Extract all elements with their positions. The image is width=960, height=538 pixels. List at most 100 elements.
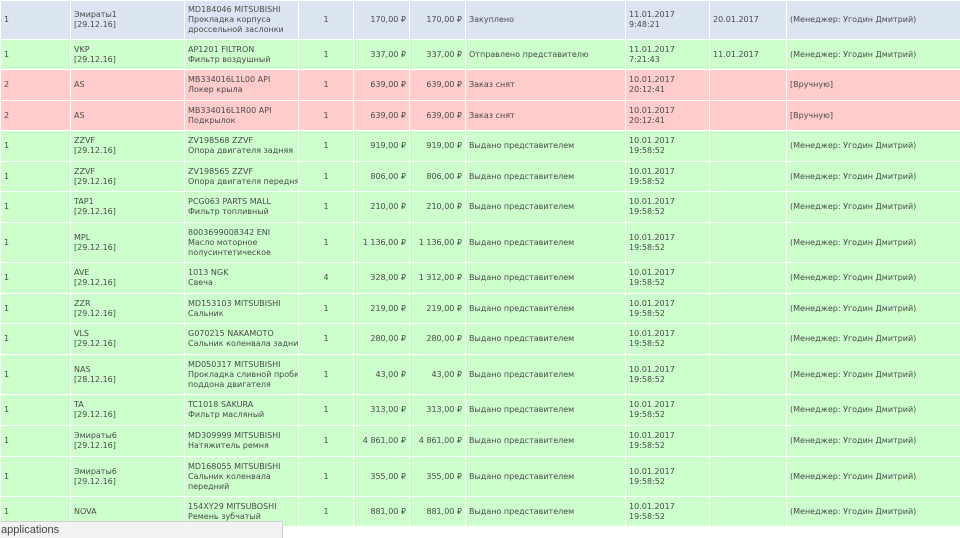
manager-cell: (Менеджер: Угодин Дмитрий) xyxy=(786,161,960,192)
part-code-link[interactable]: MB334016L1R00 xyxy=(188,106,256,115)
sum: 280,00 ₽ xyxy=(426,334,462,343)
supplier-name: TA xyxy=(74,400,84,409)
sum-cell: 639,00 ₽ xyxy=(409,69,466,101)
price-cell: 355,00 ₽ xyxy=(353,456,410,497)
order-status: Выдано представителем xyxy=(469,141,575,150)
order-time: 19:58:52 xyxy=(629,308,665,318)
order-date: 11.01.2017 xyxy=(629,44,675,54)
status-cell: Выдано представителем xyxy=(465,354,626,395)
manager-cell: [Вручную] xyxy=(786,100,960,131)
supplier-cell: AS xyxy=(70,69,185,101)
order-status: Выдано представителем xyxy=(469,369,575,379)
part-code-link[interactable]: MB334016L1L00 xyxy=(188,75,255,84)
order-status: Выдано представителем xyxy=(469,273,575,282)
row-number: 1 xyxy=(4,141,10,150)
order-status: Выдано представителем xyxy=(469,237,575,247)
part-code: MD168055 xyxy=(188,461,232,471)
status-cell: Выдано представителем xyxy=(465,191,626,223)
part-cell: MB334016L1L00 API Локер крыла xyxy=(184,69,299,101)
supplier-cell: AVE [29.12.16] xyxy=(70,262,185,294)
sum: 881,00 ₽ xyxy=(426,506,462,516)
order-date: 10.01.2017 xyxy=(629,75,675,84)
date-cell: 10.01.2017 20:12:41 xyxy=(625,100,710,131)
part-code: ZV198565 xyxy=(188,166,230,176)
manager-cell: (Менеджер: Угодин Дмитрий) xyxy=(786,425,960,457)
order-status: Выдано представителем xyxy=(469,171,575,181)
order-status: Выдано представителем xyxy=(469,405,575,414)
manager-cell: (Менеджер: Угодин Дмитрий) xyxy=(786,354,960,395)
manager-cell: (Менеджер: Угодин Дмитрий) xyxy=(786,262,960,294)
quantity-cell: 1 xyxy=(298,354,354,395)
part-description: Фильтр масляный xyxy=(188,410,265,419)
price-cell: 313,00 ₽ xyxy=(353,394,410,426)
part-description: передний xyxy=(188,481,230,491)
manager-name: (Менеджер: Угодин Дмитрий) xyxy=(790,273,917,282)
date-cell: 10.01.2017 19:58:52 xyxy=(625,161,710,192)
sum-cell: 43,00 ₽ xyxy=(409,354,466,395)
sum: 1 312,00 ₽ xyxy=(418,273,462,282)
manager-name: (Менеджер: Угодин Дмитрий) xyxy=(790,334,917,343)
quantity: 1 xyxy=(323,202,329,211)
part-description: Прокладка корпуса xyxy=(188,15,271,24)
price: 328,00 ₽ xyxy=(370,273,406,282)
row-number: 1 xyxy=(4,303,10,313)
order-date: 11.01.2017 xyxy=(629,10,675,19)
date2-cell: 20.01.2017 xyxy=(709,0,787,40)
order-time: 19:58:52 xyxy=(629,476,665,486)
part-description: Локер крыла xyxy=(188,85,243,94)
sum: 43,00 ₽ xyxy=(431,369,462,379)
quantity-cell: 4 xyxy=(298,262,354,294)
quantity: 1 xyxy=(323,369,329,379)
part-cell: ZV198568 ZZVF Опора двигателя задняя xyxy=(184,130,299,162)
date2-cell xyxy=(709,191,787,223)
price: 4 861,00 ₽ xyxy=(362,436,406,445)
quantity: 1 xyxy=(323,15,329,24)
part-description: Натяжитель ремня xyxy=(188,441,269,450)
orders-table: 1 Эмираты1 [29.12.16] MD184046 MITSUBISHI Пр… xyxy=(0,0,960,527)
supplier-date: [29.12.16] xyxy=(74,20,116,29)
order-time: 19:58:52 xyxy=(629,410,665,419)
part-code: MD309999 xyxy=(188,431,232,440)
order-row: 1 Эмираты6 [29.12.16] MD168055 MITSUBISHI Са… xyxy=(0,456,960,497)
row-number: 1 xyxy=(4,237,10,247)
quantity: 1 xyxy=(323,303,329,313)
quantity-cell: 1 xyxy=(298,323,354,355)
quantity-cell: 1 xyxy=(298,222,354,263)
order-time: 7:21:43 xyxy=(629,54,660,64)
supplier-cell: Эмираты1 [29.12.16] xyxy=(70,0,185,40)
row-number: 1 xyxy=(4,171,10,181)
supplier-cell: TA [29.12.16] xyxy=(70,394,185,426)
quantity: 1 xyxy=(323,110,329,120)
supplier-name: ZZVF xyxy=(74,136,96,145)
part-cell: MD153103 MITSUBISHI Сальник xyxy=(184,293,299,324)
date2-cell xyxy=(709,394,787,426)
manager-cell: (Менеджер: Угодин Дмитрий) xyxy=(786,394,960,426)
order-date: 10.01.2017 xyxy=(629,329,675,338)
price-cell: 919,00 ₽ xyxy=(353,130,410,162)
manager-name: (Менеджер: Угодин Дмитрий) xyxy=(790,237,917,247)
price-cell: 1 136,00 ₽ xyxy=(353,222,410,263)
sum: 355,00 ₽ xyxy=(426,471,462,481)
supplier-cell: TAP1 [29.12.16] xyxy=(70,191,185,223)
order-row: 1 NAS [28.12.16] MD050317 MITSUBISHI Проклад… xyxy=(0,354,960,395)
order-row: 1 ZZVF [29.12.16] ZV198565 ZZVF Опора двигат… xyxy=(0,161,960,192)
status-cell: Выдано представителем xyxy=(465,496,626,527)
quantity-cell: 1 xyxy=(298,293,354,324)
manager-name: (Менеджер: Угодин Дмитрий) xyxy=(790,405,917,414)
order-date: 10.01.2017 xyxy=(629,232,675,242)
supplier-date: [29.12.16] xyxy=(74,242,116,252)
quantity-cell: 1 xyxy=(298,456,354,497)
date2-cell: 11.01.2017 xyxy=(709,39,787,70)
order-date: 10.01.2017 xyxy=(629,364,675,374)
order-date: 10.01.2017 xyxy=(629,197,675,206)
order-time: 20:12:41 xyxy=(629,115,665,125)
supplier-name: AVE xyxy=(74,268,90,277)
order-date: 10.01.2017 xyxy=(629,298,675,308)
part-cell: AP1201 FILTRON Фильтр воздушный xyxy=(184,39,299,70)
status-cell: Выдано представителем xyxy=(465,394,626,426)
part-cell: TC1018 SAKURA Фильтр масляный xyxy=(184,394,299,426)
part-code: 154XY29 xyxy=(188,501,224,511)
supplier-date: [29.12.16] xyxy=(74,339,116,348)
price: 881,00 ₽ xyxy=(370,506,406,516)
supplier-cell: ZZVF [29.12.16] xyxy=(70,130,185,162)
